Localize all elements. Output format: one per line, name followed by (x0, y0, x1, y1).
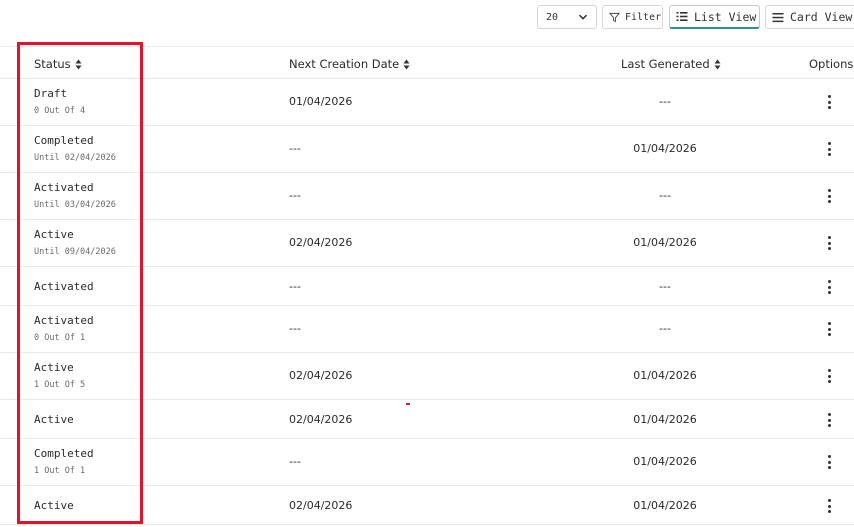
next-creation-date: --- (289, 142, 301, 155)
more-options-icon[interactable] (825, 94, 835, 110)
sort-icon (714, 59, 721, 69)
next-creation-date: 02/04/2026 (289, 236, 353, 249)
page-size-select[interactable]: 20 (537, 5, 597, 29)
chevron-down-icon (578, 14, 588, 20)
more-options-icon[interactable] (825, 279, 835, 295)
card-view-icon (772, 12, 784, 22)
filter-label: Filter (625, 11, 662, 23)
next-creation-date: --- (289, 322, 301, 335)
last-generated: --- (659, 189, 671, 202)
list-view-button[interactable]: List View (669, 5, 760, 29)
next-creation-date: --- (289, 455, 301, 468)
more-options-icon[interactable] (825, 141, 835, 157)
list-view-label: List View (694, 9, 757, 24)
red-marker (406, 403, 410, 405)
last-generated: 01/04/2026 (633, 499, 697, 512)
more-options-icon[interactable] (825, 498, 835, 514)
last-generated: --- (659, 280, 671, 293)
next-creation-date: 02/04/2026 (289, 413, 353, 426)
next-creation-date: --- (289, 189, 301, 202)
more-options-icon[interactable] (825, 321, 835, 337)
list-icon (676, 12, 688, 21)
column-header-options: Options (809, 57, 854, 71)
next-creation-date: --- (289, 280, 301, 293)
filter-button[interactable]: Filter (602, 5, 663, 29)
last-generated: 01/04/2026 (633, 455, 697, 468)
toolbar: 20 Filter List View Card View (0, 5, 854, 29)
last-generated: 01/04/2026 (633, 142, 697, 155)
more-options-icon[interactable] (825, 368, 835, 384)
column-header-next-creation-date[interactable]: Next Creation Date (289, 57, 410, 71)
sort-icon (403, 59, 410, 69)
card-view-button[interactable]: Card View (765, 5, 854, 29)
more-options-icon[interactable] (825, 454, 835, 470)
last-generated: 01/04/2026 (633, 369, 697, 382)
card-view-label: Card View (790, 10, 853, 24)
last-generated: 01/04/2026 (633, 413, 697, 426)
more-options-icon[interactable] (825, 235, 835, 251)
status-column-highlight (17, 42, 143, 524)
next-creation-date: 02/04/2026 (289, 499, 353, 512)
next-creation-date: 01/04/2026 (289, 95, 353, 108)
next-creation-date: 02/04/2026 (289, 369, 353, 382)
last-generated: --- (659, 322, 671, 335)
page-size-value: 20 (546, 11, 559, 23)
filter-icon (609, 12, 620, 22)
more-options-icon[interactable] (825, 412, 835, 428)
more-options-icon[interactable] (825, 188, 835, 204)
last-generated: --- (659, 95, 671, 108)
last-generated: 01/04/2026 (633, 236, 697, 249)
column-header-last-generated[interactable]: Last Generated (621, 57, 721, 71)
